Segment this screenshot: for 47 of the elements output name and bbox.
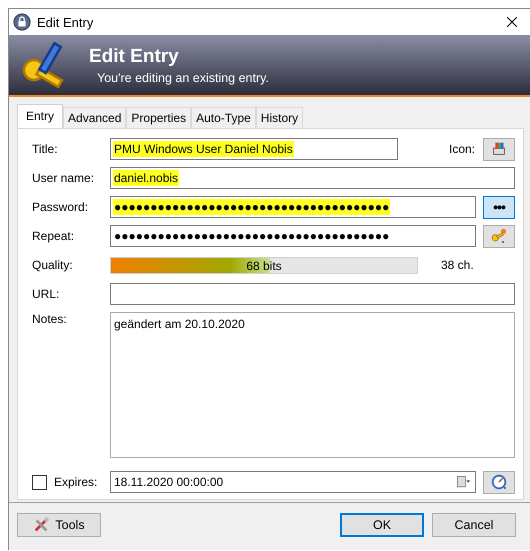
- clock-icon: [490, 473, 508, 491]
- tools-button[interactable]: Tools: [17, 512, 101, 536]
- window-title: Edit Entry: [37, 14, 94, 30]
- lock-icon: [13, 13, 31, 31]
- field-label: User name:: [31, 171, 96, 185]
- password-field[interactable]: ●●●●●●●●●●●●●●●●●●●●●●●●●●●●●●●●●●●●●●: [110, 196, 476, 218]
- tab[interactable]: Auto-Type: [191, 107, 256, 128]
- tab[interactable]: Properties: [126, 107, 192, 128]
- show-password-button[interactable]: •••: [483, 196, 515, 218]
- field-label: Expires:: [54, 475, 98, 489]
- tab[interactable]: Advanced: [63, 107, 126, 128]
- field-value: ●●●●●●●●●●●●●●●●●●●●●●●●●●●●●●●●●●●●●●: [113, 228, 390, 244]
- field-value: 18.11.2020 00:00:00: [113, 474, 224, 490]
- wrench-screwdriver-icon: [33, 516, 52, 534]
- tab[interactable]: Entry: [17, 104, 64, 128]
- expires-checkbox[interactable]: [32, 474, 47, 490]
- banner-title: Edit Entry: [89, 46, 180, 68]
- key-gear-icon: [490, 227, 508, 245]
- field-value: daniel.nobis: [113, 170, 180, 186]
- expiry-presets-button[interactable]: [483, 470, 515, 494]
- notes-field[interactable]: geändert am 20.10.2020: [110, 312, 515, 458]
- field-label: Password:: [31, 200, 90, 214]
- banner-subtitle: You're editing an existing entry.: [97, 70, 269, 84]
- generate-password-button[interactable]: [483, 224, 515, 248]
- field-label: Icon:: [448, 142, 475, 156]
- field-label: URL:: [31, 287, 60, 301]
- field-value: PMU Windows User Daniel Nobis: [113, 141, 294, 157]
- button-label: Tools: [55, 518, 85, 532]
- date-field[interactable]: 18.11.2020 00:00:00: [110, 471, 476, 493]
- cancel-button[interactable]: Cancel: [432, 512, 516, 536]
- close-icon: [504, 14, 520, 30]
- character-count: 38 ch.: [441, 258, 474, 272]
- field-label: Quality:: [31, 258, 74, 272]
- title-field[interactable]: PMU Windows User Daniel Nobis: [110, 138, 398, 160]
- tab[interactable]: History: [256, 107, 304, 128]
- field-label: Repeat:: [31, 229, 76, 243]
- field-label: Title:: [31, 142, 59, 156]
- text-field[interactable]: [110, 283, 515, 305]
- icon-set-icon: [490, 140, 508, 158]
- quality-reading: 68 bits: [245, 258, 283, 272]
- password-field[interactable]: ●●●●●●●●●●●●●●●●●●●●●●●●●●●●●●●●●●●●●●: [110, 225, 476, 247]
- field-value: ●●●●●●●●●●●●●●●●●●●●●●●●●●●●●●●●●●●●●●: [113, 199, 390, 215]
- ok-button[interactable]: OK: [340, 512, 424, 536]
- field-label: Notes:: [31, 312, 68, 326]
- icon-picker-button[interactable]: [483, 138, 515, 160]
- field-value: geändert am 20.10.2020: [113, 316, 246, 332]
- text-field[interactable]: daniel.nobis: [110, 167, 515, 189]
